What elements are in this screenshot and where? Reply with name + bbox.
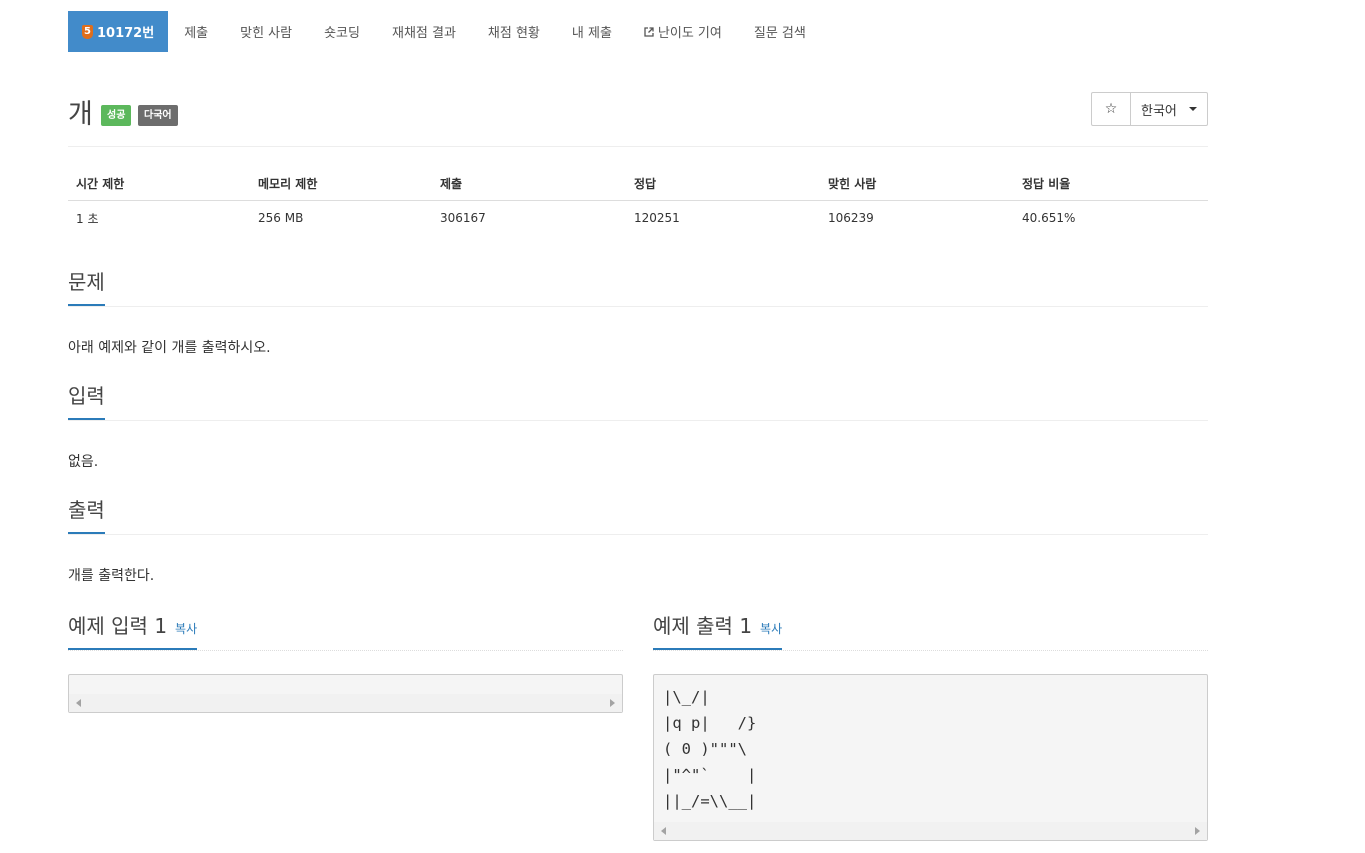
star-button[interactable]: ☆ xyxy=(1092,93,1131,125)
caret-down-icon xyxy=(1189,107,1197,111)
sample-output-header: 예제 출력 1 복사 xyxy=(653,613,1208,651)
scroll-left-icon[interactable] xyxy=(76,699,81,707)
sample-input-content xyxy=(69,675,622,684)
sample-output-title: 예제 출력 1 xyxy=(653,614,753,638)
problem-description: 아래 예제와 같이 개를 출력하시오. xyxy=(68,340,271,356)
sample-output-heading: 예제 출력 1 복사 xyxy=(653,613,783,650)
info-header: 맞힌 사람 xyxy=(820,166,1014,201)
nav-rejudge[interactable]: 재채점 결과 xyxy=(376,11,472,52)
star-icon: ☆ xyxy=(1104,101,1118,117)
info-header: 정답 비율 xyxy=(1014,166,1208,201)
problem-title: 개 xyxy=(68,99,93,130)
submission-count: 306167 xyxy=(440,211,486,225)
memory-limit: 256 MB xyxy=(258,211,304,225)
title-divider xyxy=(68,146,1208,147)
output-description: 개를 출력한다. xyxy=(68,568,155,584)
problem-info-table: 시간 제한 메모리 제한 제출 정답 맞힌 사람 정답 비율 1 초 256 M… xyxy=(68,166,1208,235)
problem-heading: 문제 xyxy=(68,269,105,306)
scroll-left-icon[interactable] xyxy=(661,827,666,835)
nav-difficulty[interactable]: 난이도 기여 xyxy=(628,11,738,52)
copy-input-button[interactable]: 복사 xyxy=(175,622,197,636)
external-link-icon xyxy=(644,26,654,37)
language-label: 한국어 xyxy=(1141,103,1177,119)
nav-problem-tab[interactable]: 5 10172번 xyxy=(68,11,169,52)
accepted-count: 120251 xyxy=(634,211,680,225)
info-header-row: 시간 제한 메모리 제한 제출 정답 맞힌 사람 정답 비율 xyxy=(68,166,1208,201)
language-dropdown[interactable]: 한국어 xyxy=(1131,93,1207,125)
output-section-header: 출력 xyxy=(68,497,1208,535)
sample-input-header: 예제 입력 1 복사 xyxy=(68,613,623,651)
status-badge-success: 성공 xyxy=(101,105,132,126)
problem-section-header: 문제 xyxy=(68,269,1208,307)
input-description: 없음. xyxy=(68,454,99,470)
info-header: 제출 xyxy=(432,166,626,201)
nav-problem-label: 10172번 xyxy=(97,26,155,41)
time-limit: 1 초 xyxy=(76,211,99,226)
nav-my-submissions[interactable]: 내 제출 xyxy=(556,11,628,52)
nav-status[interactable]: 채점 현황 xyxy=(472,11,556,52)
nav-submit[interactable]: 제출 xyxy=(168,11,224,52)
status-badge-multilang[interactable]: 다국어 xyxy=(138,105,178,126)
nav-difficulty-label: 난이도 기여 xyxy=(657,26,722,41)
info-header: 메모리 제한 xyxy=(250,166,432,201)
problem-nav: 5 10172번 제출 맞힌 사람 숏코딩 재채점 결과 채점 현황 내 제출 … xyxy=(68,11,822,52)
sample-input-box[interactable] xyxy=(68,674,623,713)
horizontal-scrollbar[interactable] xyxy=(654,822,1207,840)
sample-output-content: |\_/| |q p| /} ( 0 )"""\ |"^"` | ||_/=\\… xyxy=(663,688,757,810)
info-header: 시간 제한 xyxy=(68,166,250,201)
copy-output-button[interactable]: 복사 xyxy=(760,622,782,636)
scroll-right-icon[interactable] xyxy=(1195,827,1200,835)
horizontal-scrollbar[interactable] xyxy=(69,694,622,712)
info-header: 정답 xyxy=(626,166,820,201)
tier-icon: 5 xyxy=(82,24,93,39)
input-section-header: 입력 xyxy=(68,383,1208,421)
nav-questions[interactable]: 질문 검색 xyxy=(738,11,822,52)
output-heading: 출력 xyxy=(68,497,105,534)
sample-output-box[interactable]: |\_/| |q p| /} ( 0 )"""\ |"^"` | ||_/=\\… xyxy=(653,674,1208,841)
scroll-right-icon[interactable] xyxy=(610,699,615,707)
title-actions: ☆ 한국어 xyxy=(1091,92,1208,126)
nav-short-coding[interactable]: 숏코딩 xyxy=(308,11,376,52)
accept-ratio: 40.651% xyxy=(1022,211,1076,225)
input-heading: 입력 xyxy=(68,383,105,420)
problem-info: 시간 제한 메모리 제한 제출 정답 맞힌 사람 정답 비율 1 초 256 M… xyxy=(68,166,1208,235)
nav-solvers[interactable]: 맞힌 사람 xyxy=(224,11,308,52)
sample-input-heading: 예제 입력 1 복사 xyxy=(68,613,198,650)
sample-input-title: 예제 입력 1 xyxy=(68,614,168,638)
solver-count: 106239 xyxy=(828,211,874,225)
info-value-row: 1 초 256 MB 306167 120251 106239 40.651% xyxy=(68,201,1208,236)
title-row: 개 성공 다국어 ☆ 한국어 xyxy=(68,92,1208,132)
